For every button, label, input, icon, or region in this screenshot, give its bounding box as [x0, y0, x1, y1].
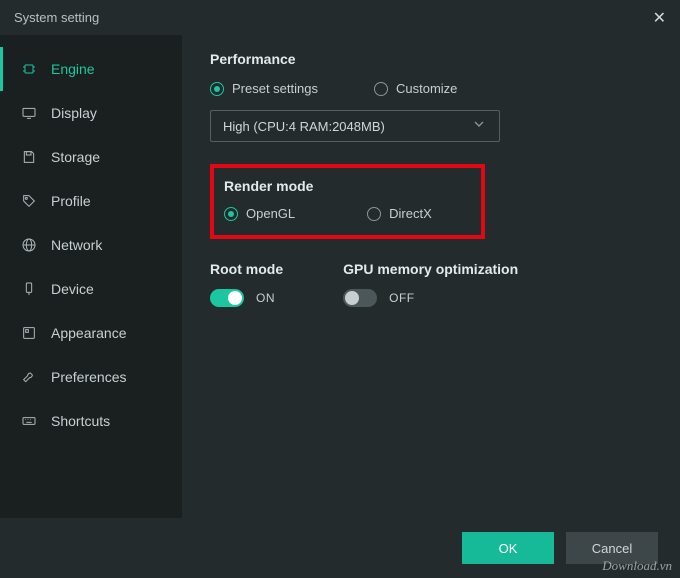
sidebar-item-label: Shortcuts [51, 413, 110, 429]
close-icon[interactable]: ✕ [653, 8, 666, 28]
sidebar-item-label: Device [51, 281, 94, 297]
radio-label: DirectX [389, 206, 432, 221]
gpu-opt-title: GPU memory optimization [343, 261, 518, 277]
radio-dot-icon [224, 207, 238, 221]
sidebar-item-label: Preferences [51, 369, 126, 385]
wrench-icon [21, 369, 37, 385]
appearance-icon [21, 325, 37, 341]
sidebar-item-appearance[interactable]: Appearance [0, 311, 182, 355]
radio-label: Customize [396, 81, 457, 96]
sidebar-item-label: Appearance [51, 325, 127, 341]
settings-window: System setting ✕ Engine Display St [0, 0, 680, 578]
preset-dropdown[interactable]: High (CPU:4 RAM:2048MB) [210, 110, 500, 142]
radio-preset-settings[interactable]: Preset settings [210, 81, 318, 96]
window-title: System setting [14, 10, 99, 25]
sidebar-item-display[interactable]: Display [0, 91, 182, 135]
sidebar-item-label: Display [51, 105, 97, 121]
radio-opengl[interactable]: OpenGL [224, 206, 295, 221]
render-mode-title: Render mode [224, 178, 471, 194]
chevron-down-icon [471, 116, 487, 137]
content-panel: Performance Preset settings Customize Hi… [182, 35, 680, 518]
toggle-knob [345, 291, 359, 305]
monitor-icon [21, 105, 37, 121]
keyboard-icon [21, 413, 37, 429]
sidebar-item-shortcuts[interactable]: Shortcuts [0, 399, 182, 443]
dropdown-value: High (CPU:4 RAM:2048MB) [223, 119, 385, 134]
gpu-opt-col: GPU memory optimization OFF [343, 261, 518, 307]
radio-label: OpenGL [246, 206, 295, 221]
render-mode-highlight: Render mode OpenGL DirectX [210, 164, 485, 239]
toggle-state-label: ON [256, 291, 275, 305]
chip-icon [21, 61, 37, 77]
sidebar-item-device[interactable]: Device [0, 267, 182, 311]
sidebar-item-network[interactable]: Network [0, 223, 182, 267]
root-mode-title: Root mode [210, 261, 283, 277]
sidebar-item-engine[interactable]: Engine [0, 47, 182, 91]
radio-dot-icon [374, 82, 388, 96]
radio-dot-icon [367, 207, 381, 221]
radio-customize[interactable]: Customize [374, 81, 457, 96]
root-mode-toggle[interactable] [210, 289, 244, 307]
radio-dot-icon [210, 82, 224, 96]
tag-icon [21, 193, 37, 209]
sidebar-item-profile[interactable]: Profile [0, 179, 182, 223]
radio-directx[interactable]: DirectX [367, 206, 432, 221]
sidebar-item-label: Storage [51, 149, 100, 165]
footer: OK Cancel [0, 518, 680, 578]
cancel-button[interactable]: Cancel [566, 532, 658, 564]
ok-button[interactable]: OK [462, 532, 554, 564]
sidebar-item-label: Profile [51, 193, 91, 209]
sidebar-item-label: Engine [51, 61, 95, 77]
save-icon [21, 149, 37, 165]
root-mode-col: Root mode ON [210, 261, 283, 307]
sidebar-item-storage[interactable]: Storage [0, 135, 182, 179]
device-icon [21, 281, 37, 297]
mode-row: Root mode ON GPU memory optimization OFF [210, 261, 652, 307]
toggle-knob [228, 291, 242, 305]
titlebar: System setting ✕ [0, 0, 680, 35]
body: Engine Display Storage Profile [0, 35, 680, 518]
gpu-opt-toggle-row: OFF [343, 289, 518, 307]
gpu-opt-toggle[interactable] [343, 289, 377, 307]
root-mode-toggle-row: ON [210, 289, 283, 307]
radio-label: Preset settings [232, 81, 318, 96]
performance-title: Performance [210, 51, 652, 67]
sidebar: Engine Display Storage Profile [0, 35, 182, 518]
globe-icon [21, 237, 37, 253]
render-radio-row: OpenGL DirectX [224, 206, 471, 221]
toggle-state-label: OFF [389, 291, 415, 305]
performance-radio-row: Preset settings Customize [210, 81, 652, 96]
sidebar-item-preferences[interactable]: Preferences [0, 355, 182, 399]
sidebar-item-label: Network [51, 237, 102, 253]
